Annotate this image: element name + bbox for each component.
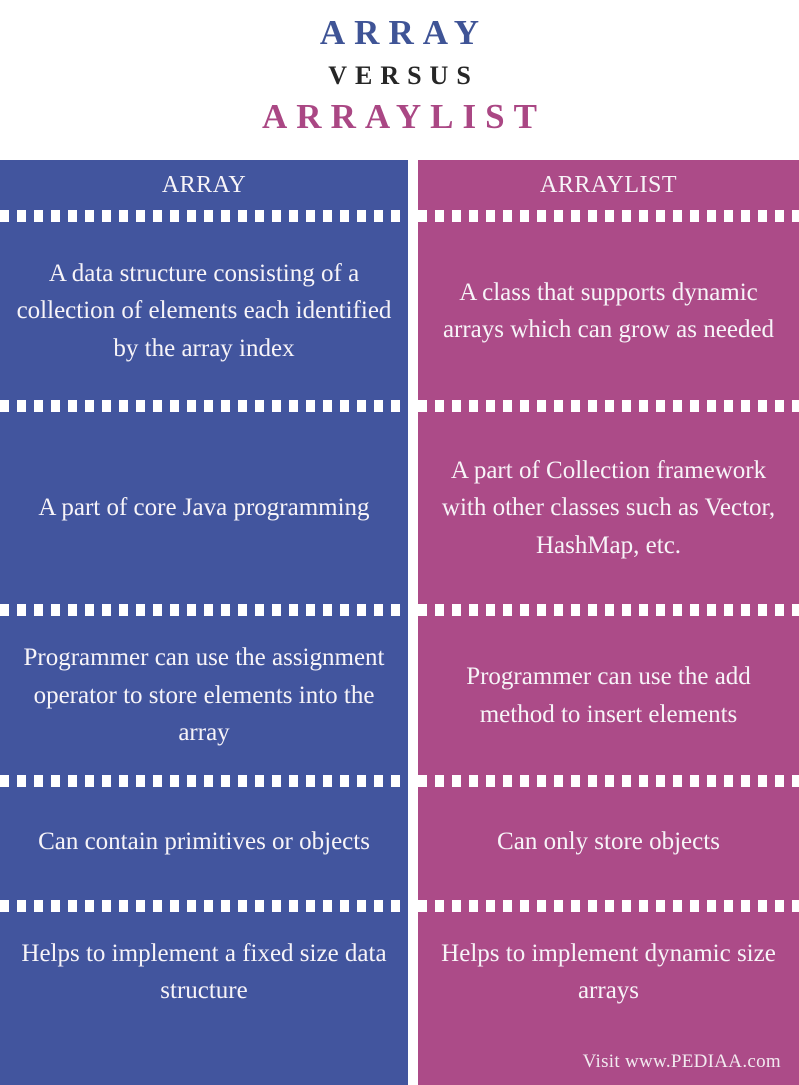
row-separator	[0, 900, 408, 912]
column-header-array: ARRAY	[0, 160, 408, 210]
infographic-page: ARRAY VERSUS ARRAYLIST ARRAY A data stru…	[0, 0, 799, 1085]
footer-attribution: Visit www.PEDIAA.com	[582, 1051, 781, 1072]
column-header-arraylist-label: ARRAYLIST	[540, 172, 677, 198]
row-separator	[0, 604, 408, 616]
page-title-array: ARRAY	[319, 13, 489, 52]
cell-arraylist-1: A class that supports dynamic arrays whi…	[442, 278, 775, 344]
table-row: Helps to implement dynamic size arrays	[418, 912, 799, 1032]
page-title-versus: VERSUS	[328, 60, 479, 90]
table-row: A part of core Java programming	[0, 412, 408, 604]
table-row: Can contain primitives or objects	[0, 787, 408, 897]
column-arraylist: ARRAYLIST A class that supports dynamic …	[418, 160, 799, 1085]
comparison-table: ARRAY A data structure consisting of a c…	[0, 160, 799, 1085]
row-separator	[418, 900, 799, 912]
table-row: Programmer can use the assignment operat…	[0, 616, 408, 775]
row-separator	[0, 400, 408, 412]
column-array: ARRAY A data structure consisting of a c…	[0, 160, 408, 1085]
table-row: Can only store objects	[418, 787, 799, 897]
row-separator	[0, 775, 408, 787]
row-separator	[0, 210, 408, 222]
cell-array-4: Can contain primitives or objects	[38, 828, 370, 856]
page-title-arraylist: ARRAYLIST	[262, 96, 546, 136]
table-row: A part of Collection framework with othe…	[418, 412, 799, 604]
table-row: A class that supports dynamic arrays whi…	[418, 222, 799, 400]
title-block: ARRAY VERSUS ARRAYLIST	[0, 0, 799, 160]
table-row: Programmer can use the add method to ins…	[418, 616, 799, 775]
row-separator	[418, 604, 799, 616]
row-separator	[418, 400, 799, 412]
cell-arraylist-3: Programmer can use the add method to ins…	[466, 663, 751, 728]
cell-array-5: Helps to implement a fixed size data str…	[21, 939, 387, 1005]
cell-array-3: Programmer can use the assignment operat…	[23, 644, 385, 747]
cell-arraylist-5: Helps to implement dynamic size arrays	[441, 939, 776, 1005]
row-separator	[418, 775, 799, 787]
column-header-arraylist: ARRAYLIST	[418, 160, 799, 210]
table-row: A data structure consisting of a collect…	[0, 222, 408, 400]
cell-arraylist-4: Can only store objects	[497, 828, 720, 856]
row-separator	[418, 210, 799, 222]
cell-array-2: A part of core Java programming	[38, 494, 370, 522]
column-header-array-label: ARRAY	[161, 172, 247, 198]
cell-arraylist-2: A part of Collection framework with othe…	[441, 456, 776, 559]
cell-array-1: A data structure consisting of a collect…	[16, 259, 392, 362]
table-row: Helps to implement a fixed size data str…	[0, 912, 408, 1032]
